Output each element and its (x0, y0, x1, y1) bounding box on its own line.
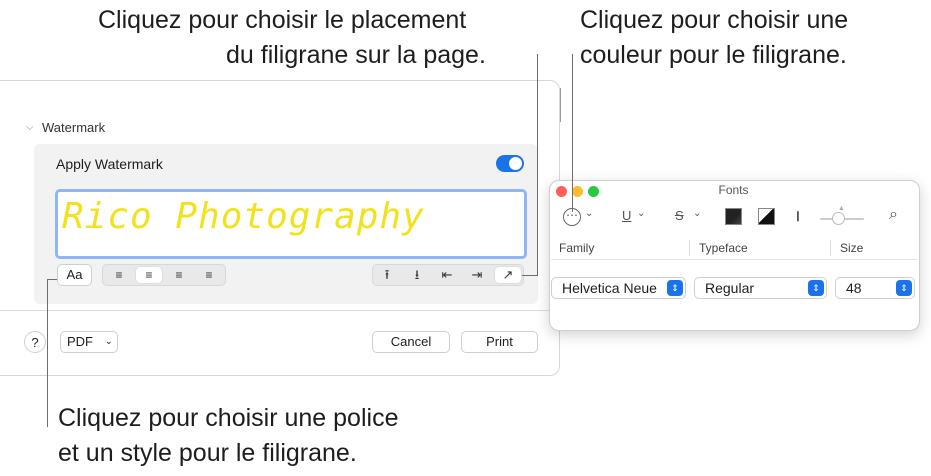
placement-callout-line1: Cliquez pour choisir le placement (98, 6, 467, 34)
fonts-header-divider (551, 259, 917, 260)
align-right-icon[interactable]: ≡ (166, 267, 192, 283)
shadow-slider-knob[interactable] (832, 212, 845, 225)
font-callout-line1: Cliquez pour choisir une police (58, 404, 399, 432)
align-justify-icon[interactable]: ≡ (196, 267, 222, 283)
placement-segmented-control: ⭱ ⭳ ⇤ ⇥ ↗ (372, 264, 524, 286)
updown-arrows-icon: ⇕ (896, 280, 912, 296)
size-column-header: Size (840, 241, 864, 255)
size-value: 48 (846, 280, 862, 296)
family-popup[interactable]: Helvetica Neue ⇕ (551, 277, 686, 299)
strikethrough-icon[interactable]: S (675, 208, 684, 223)
cancel-button[interactable]: Cancel (372, 331, 450, 353)
apply-watermark-toggle[interactable] (496, 155, 524, 172)
size-popup[interactable]: 48 ⇕ (835, 277, 915, 299)
print-button[interactable]: Print (461, 331, 538, 353)
placement-diagonal-icon[interactable]: ↗ (495, 267, 521, 283)
placement-right-icon[interactable]: ⇥ (464, 267, 490, 283)
chevron-down-icon[interactable]: ⌄ (585, 208, 593, 219)
text-color-swatch[interactable] (725, 208, 742, 225)
placement-left-icon[interactable]: ⇤ (434, 267, 460, 283)
underline-icon[interactable]: U (622, 208, 631, 223)
search-icon[interactable]: ⌕ (889, 206, 898, 224)
chevron-down-icon[interactable]: ⌄ (693, 208, 701, 219)
typeface-value: Regular (705, 280, 755, 296)
spacing-icon[interactable]: Ⅰ (796, 209, 800, 225)
apply-watermark-label: Apply Watermark (56, 156, 163, 172)
fonts-panel-title: Fonts (718, 183, 749, 197)
font-leader-tick (47, 279, 57, 280)
typeface-popup[interactable]: Regular ⇕ (694, 277, 827, 299)
family-value: Helvetica Neue (562, 280, 657, 296)
updown-arrows-icon: ⇕ (667, 280, 683, 296)
dialog-edge-line (560, 88, 561, 122)
chevron-down-icon: ⌄ (104, 336, 113, 347)
color-leader-line (572, 54, 573, 212)
font-style-button[interactable]: Aa (57, 264, 92, 286)
dialog-divider (0, 310, 558, 311)
placement-leader-tick (522, 275, 538, 276)
updown-arrows-icon: ⇕ (808, 280, 824, 296)
font-leader-line (47, 279, 48, 427)
family-column-header: Family (559, 241, 595, 255)
placement-leader-line (537, 54, 538, 275)
watermark-section-title[interactable]: Watermark (42, 120, 105, 135)
color-callout-line1: Cliquez pour choisir une (580, 6, 849, 34)
alignment-segmented-control: ≡ ≡ ≡ ≡ (102, 264, 226, 286)
align-left-icon[interactable]: ≡ (106, 267, 132, 283)
shadow-angle-icon: ▲ (838, 205, 845, 212)
typeface-column-header: Typeface (699, 241, 748, 255)
font-callout-line2: et un style pour le filigrane. (58, 439, 357, 467)
chevron-down-icon[interactable]: ⌄ (637, 208, 645, 219)
column-separator (830, 240, 831, 256)
column-separator (689, 240, 690, 256)
watermark-text[interactable]: Rico Photography (62, 196, 425, 237)
toggle-knob (509, 157, 522, 170)
pdf-menu-button[interactable]: PDF ⌄ (60, 331, 118, 353)
fonts-panel (549, 180, 920, 331)
document-color-swatch[interactable] (758, 208, 775, 225)
placement-callout-line2: du filigrane sur la page. (226, 41, 486, 69)
placement-top-icon[interactable]: ⭱ (374, 267, 400, 283)
align-center-icon[interactable]: ≡ (136, 267, 162, 283)
placement-bottom-icon[interactable]: ⭳ (404, 267, 430, 283)
chevron-down-icon[interactable]: ⌵ (26, 122, 34, 133)
color-callout-line2: couleur pour le filigrane. (580, 41, 847, 69)
pdf-label: PDF (67, 334, 93, 349)
help-button[interactable]: ? (24, 331, 46, 353)
